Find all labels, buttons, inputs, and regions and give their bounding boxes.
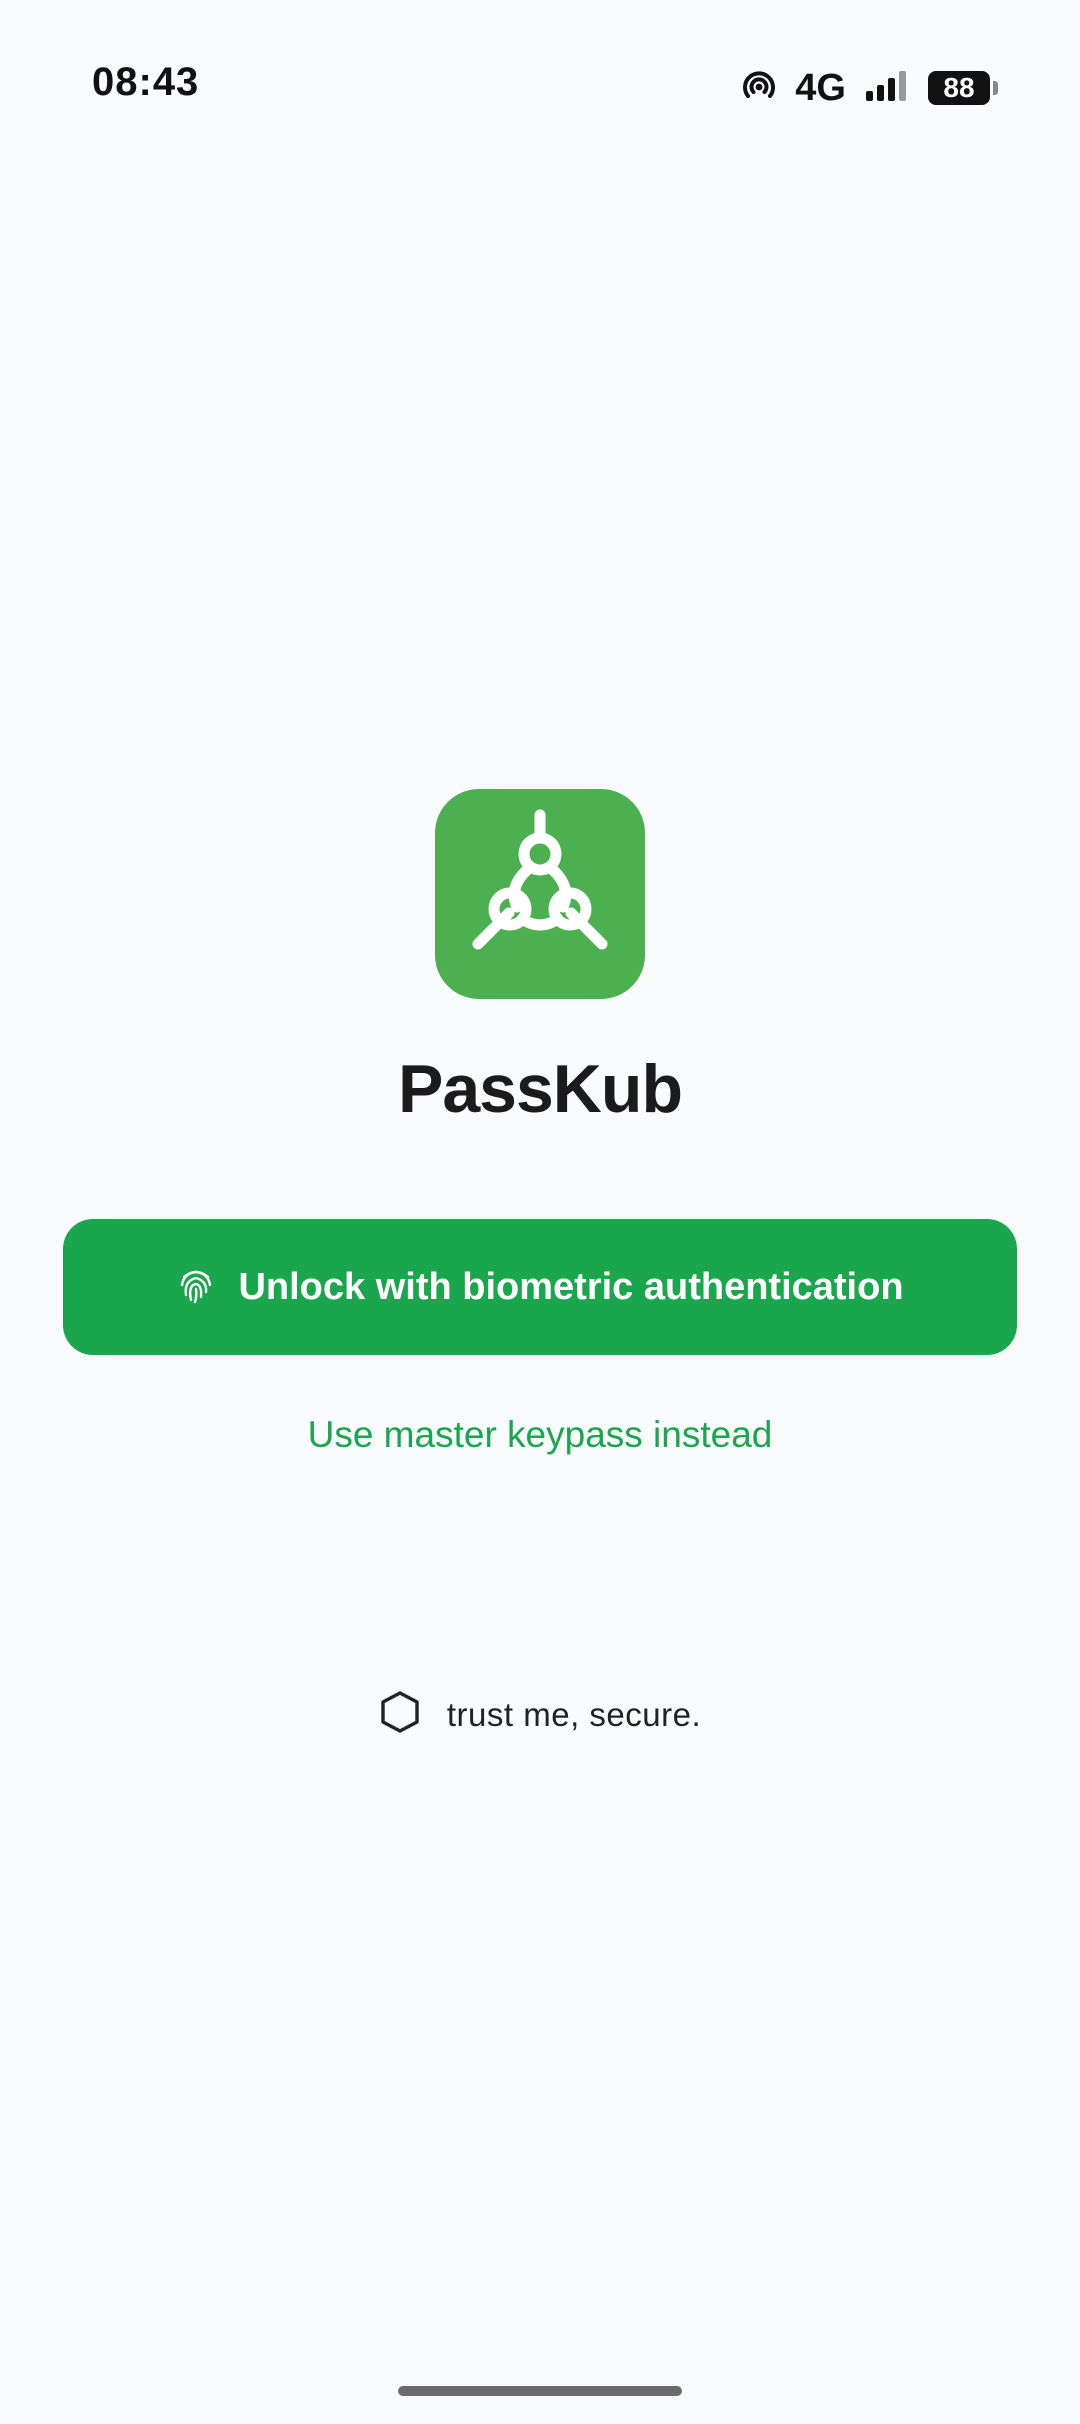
passkub-logo-icon <box>435 787 645 1002</box>
fingerprint-icon <box>176 1265 216 1310</box>
battery-level: 88 <box>943 72 975 103</box>
network-label: 4G <box>795 66 846 109</box>
biometric-unlock-button[interactable]: Unlock with biometric authentication <box>63 1219 1017 1355</box>
trust-note: trust me, secure. <box>0 1690 1080 1739</box>
shield-icon <box>379 1690 421 1739</box>
battery-icon: 88 <box>928 71 998 105</box>
master-keypass-link[interactable]: Use master keypass instead <box>0 1414 1080 1456</box>
status-bar: 08:43 4G 88 <box>0 0 1080 176</box>
app-logo <box>435 789 645 999</box>
status-time: 08:43 <box>92 60 200 104</box>
trust-text: trust me, secure. <box>446 1695 702 1733</box>
status-icons: 4G 88 <box>741 64 998 112</box>
hotspot-icon <box>741 68 777 109</box>
app-title: PassKub <box>398 1051 683 1127</box>
signal-icon <box>864 69 910 108</box>
home-indicator[interactable] <box>398 2386 682 2396</box>
unlock-button-label: Unlock with biometric authentication <box>238 1265 904 1308</box>
